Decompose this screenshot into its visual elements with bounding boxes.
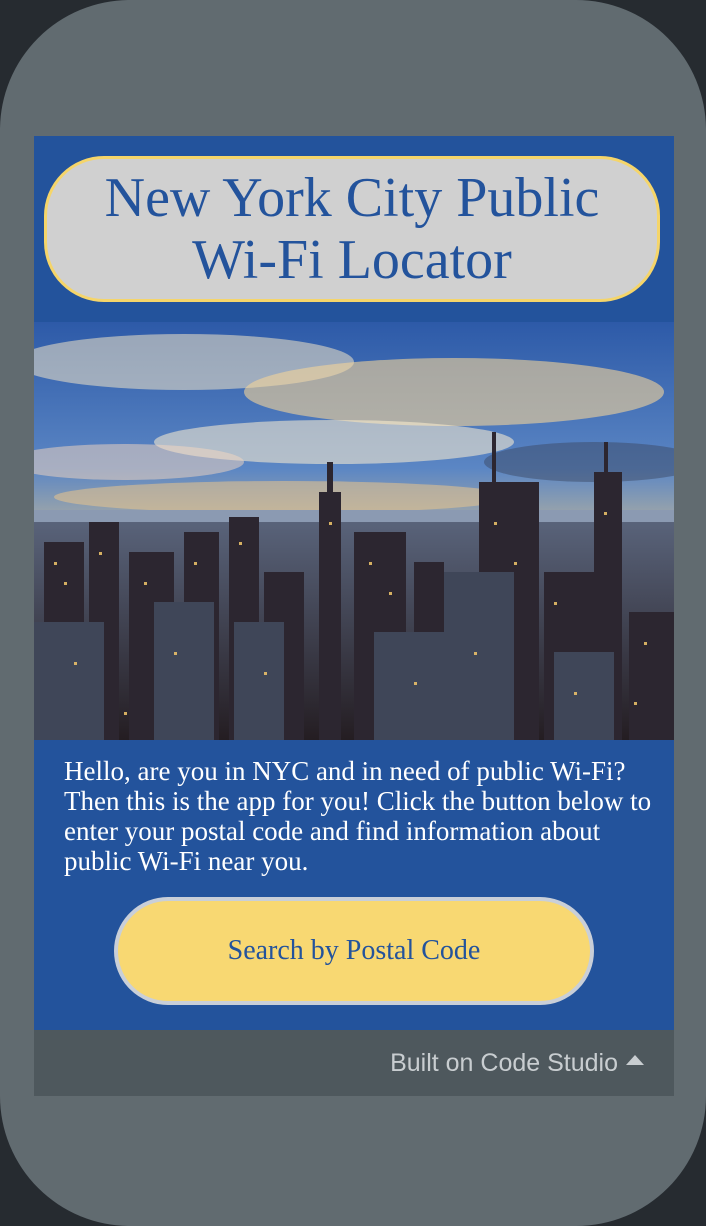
intro-text: Hello, are you in NYC and in need of pub… bbox=[64, 756, 652, 876]
footer-label[interactable]: Built on Code Studio bbox=[390, 1049, 618, 1078]
nyc-skyline-image bbox=[34, 322, 674, 740]
nyc-skyline-icon bbox=[34, 322, 674, 740]
code-studio-footer[interactable]: Built on Code Studio bbox=[34, 1030, 674, 1096]
search-by-postal-code-button[interactable]: Search by Postal Code bbox=[114, 897, 594, 1005]
app-title: New York City Public Wi-Fi Locator bbox=[104, 167, 600, 291]
title-banner: New York City Public Wi-Fi Locator bbox=[44, 156, 660, 302]
caret-up-icon[interactable] bbox=[626, 1055, 644, 1065]
app-screen: New York City Public Wi-Fi Locator Hello… bbox=[34, 136, 674, 1030]
